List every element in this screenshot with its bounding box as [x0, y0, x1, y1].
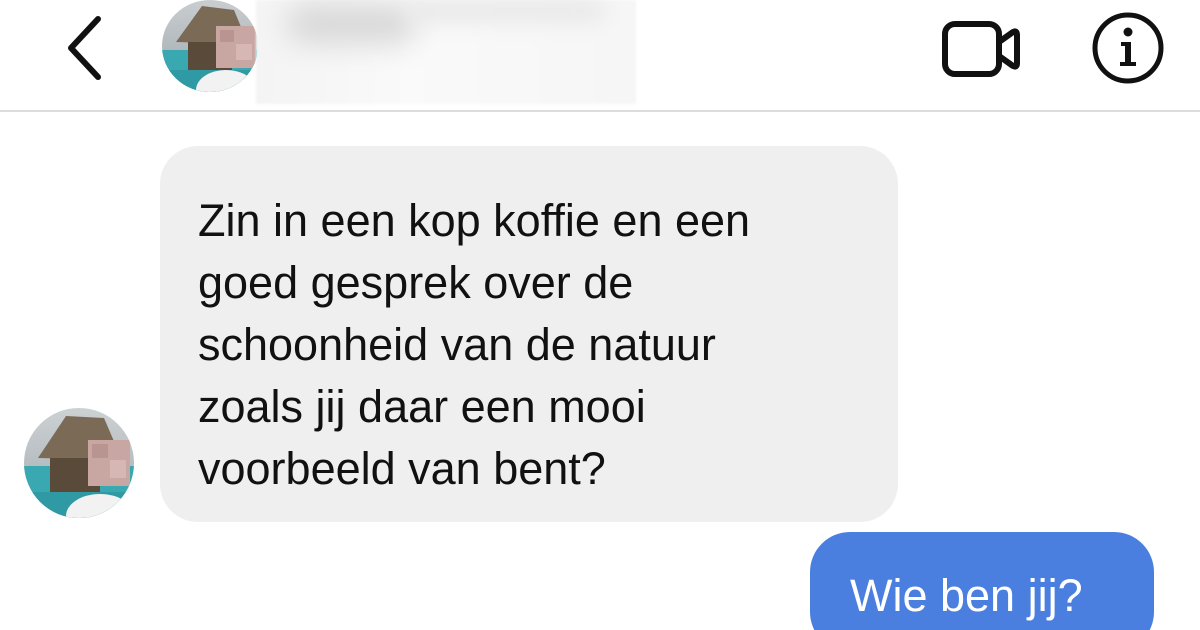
chat-header	[0, 0, 1200, 110]
message-line: zoals jij daar een mooi	[198, 381, 646, 432]
back-button[interactable]	[52, 8, 118, 88]
info-button[interactable]	[1088, 8, 1168, 88]
contact-avatar[interactable]	[162, 0, 258, 92]
contact-name-redacted	[256, 0, 636, 104]
video-call-button[interactable]	[936, 12, 1026, 86]
chat-screen: Zin in een kop koffie en een goed gespre…	[0, 0, 1200, 630]
chevron-left-icon	[65, 13, 105, 83]
sent-message-text: Wie ben jij?	[850, 570, 1083, 621]
sender-avatar[interactable]	[24, 408, 134, 518]
sent-message-bubble[interactable]: Wie ben jij?	[810, 532, 1154, 630]
video-camera-icon	[941, 20, 1021, 78]
message-line: goed gesprek over de	[198, 257, 634, 308]
header-divider	[0, 110, 1200, 112]
message-line: voorbeeld van bent?	[198, 443, 606, 494]
received-message-bubble[interactable]: Zin in een kop koffie en een goed gespre…	[160, 146, 898, 522]
message-line: Zin in een kop koffie en een	[198, 195, 751, 246]
info-circle-icon	[1090, 10, 1166, 86]
message-line: schoonheid van de natuur	[198, 319, 716, 370]
